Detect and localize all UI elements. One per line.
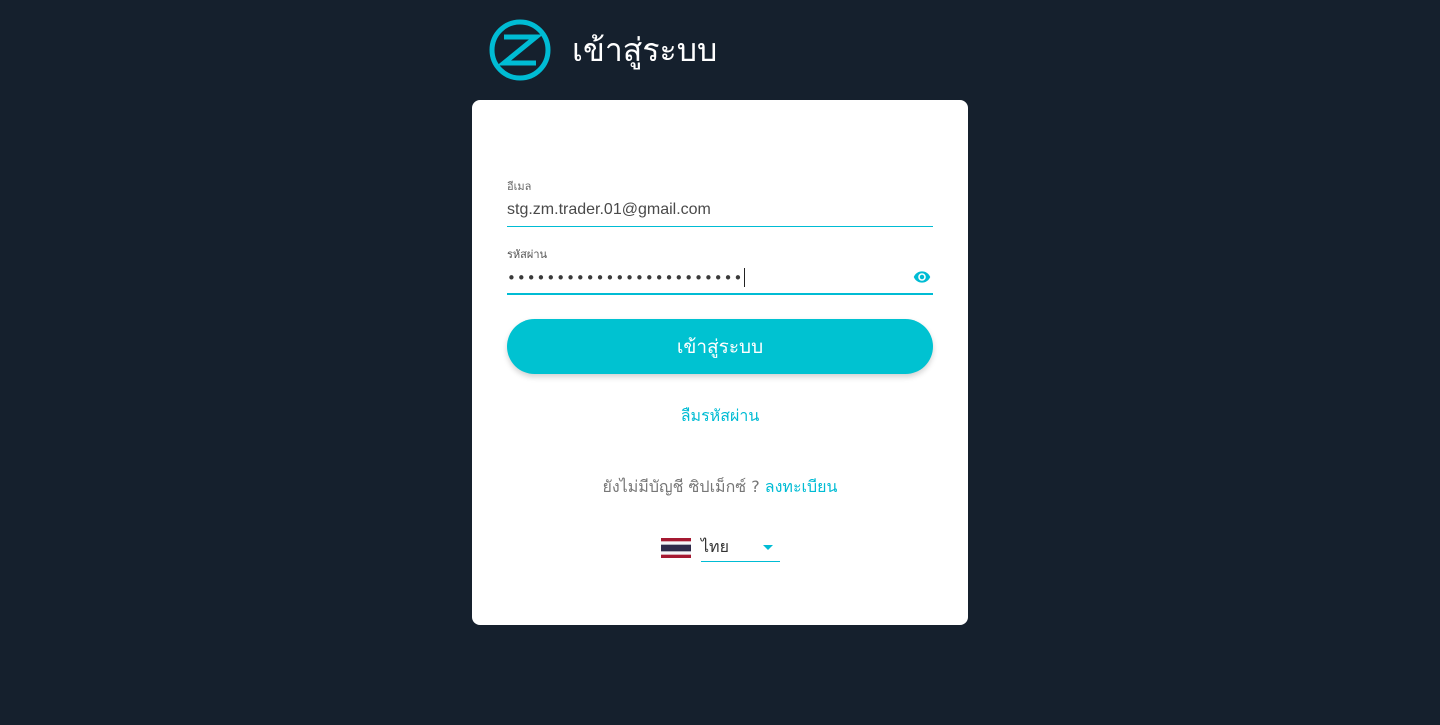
text-caret <box>744 268 746 287</box>
register-row: ยังไม่มีบัญชี ซิปเม็กซ์ ? ลงทะเบียน <box>472 475 968 500</box>
register-link[interactable]: ลงทะเบียน <box>765 477 838 496</box>
register-prompt: ยังไม่มีบัญชี ซิปเม็กซ์ ? <box>602 477 760 496</box>
email-input[interactable]: stg.zm.trader.01@gmail.com <box>507 194 933 227</box>
language-dropdown[interactable]: ไทย <box>701 535 780 562</box>
email-field-group: อีเมล stg.zm.trader.01@gmail.com <box>507 180 933 227</box>
login-button[interactable]: เข้าสู่ระบบ <box>507 319 933 374</box>
forgot-password-link[interactable]: ลืมรหัสผ่าน <box>472 404 968 429</box>
password-input[interactable]: •••••••••••••••••••••••• <box>507 262 933 295</box>
zipmex-logo-icon <box>489 19 551 81</box>
email-value[interactable]: stg.zm.trader.01@gmail.com <box>507 201 711 219</box>
page-title: เข้าสู่ระบบ <box>572 31 718 69</box>
password-value[interactable]: •••••••••••••••••••••••• <box>507 269 743 287</box>
password-field-group: รหัสผ่าน •••••••••••••••••••••••• <box>507 248 933 295</box>
email-label: อีเมล <box>507 180 532 193</box>
eye-icon[interactable] <box>911 268 933 286</box>
language-selector: ไทย <box>661 534 780 562</box>
login-card: อีเมล stg.zm.trader.01@gmail.com รหัสผ่า… <box>472 100 968 625</box>
chevron-down-icon <box>763 545 773 550</box>
page-header: เข้าสู่ระบบ <box>488 18 717 82</box>
thailand-flag-icon <box>661 538 691 558</box>
password-label: รหัสผ่าน <box>507 248 548 261</box>
language-value: ไทย <box>701 537 729 556</box>
